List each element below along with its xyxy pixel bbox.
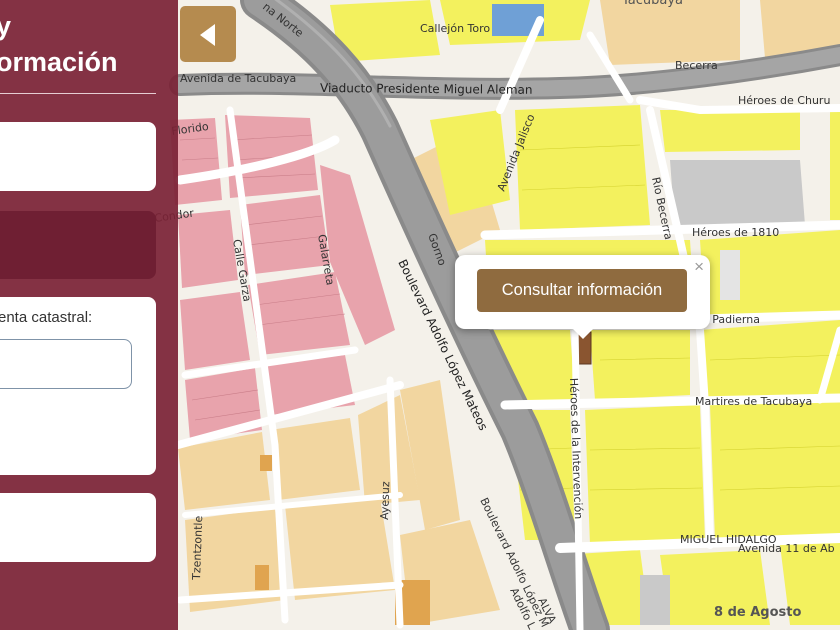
cuenta-catastral-input[interactable] [0, 339, 132, 389]
sidebar-card-4[interactable] [0, 493, 156, 562]
title-divider [0, 93, 156, 94]
cuenta-catastral-label: enta catastral: [0, 309, 93, 326]
heroes-churubusco-label: Héroes de Churu [738, 94, 830, 107]
sidebar-panel: y ormación enta catastral: [0, 0, 178, 630]
map-popup: × Consultar información [455, 255, 710, 329]
neighborhood-label-8-agosto: 8 de Agosto [714, 605, 801, 620]
tzentzontle-label: Tzentzontle [190, 515, 205, 581]
sidebar-card-1[interactable] [0, 122, 156, 191]
neighborhood-label-tacubaya: Tacubaya [621, 0, 683, 8]
calle-toro-label: Callejón Toro [420, 22, 490, 35]
sidebar-title: y ormación [0, 11, 118, 77]
popup-pointer [571, 327, 595, 339]
triangle-left-icon [200, 24, 215, 46]
miguel-hidalgo-label: MIGUEL HIDALGO [680, 533, 777, 546]
padierna-label: s Padierna [703, 313, 760, 326]
becerra-label: Becerra [675, 59, 718, 72]
avenida-tacubaya-label: Avenida de Tacubaya [180, 72, 296, 85]
martires-label: Martires de Tacubaya [695, 395, 812, 408]
heroes-1810-label: Héroes de 1810 [692, 226, 779, 239]
sidebar-card-active[interactable] [0, 211, 156, 279]
ayesuz-label: Ayesuz [378, 481, 392, 520]
viaducto-label: Viaducto Presidente Miguel Aleman [320, 81, 533, 97]
consult-information-button[interactable]: Consultar información [477, 269, 687, 312]
collapse-sidebar-button[interactable] [180, 6, 236, 62]
close-icon[interactable]: × [694, 257, 704, 277]
cuenta-catastral-card: enta catastral: [0, 297, 156, 475]
